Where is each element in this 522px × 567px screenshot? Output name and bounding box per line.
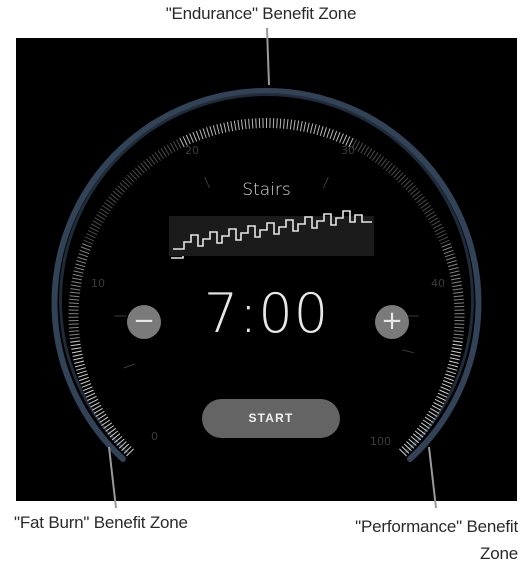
endurance-leader-line <box>267 28 269 85</box>
callout-leader-lines <box>0 0 522 565</box>
fat-burn-leader-line <box>109 447 116 508</box>
performance-leader-line <box>429 447 436 508</box>
fat-burn-zone-callout: "Fat Burn" Benefit Zone <box>14 513 188 533</box>
performance-zone-callout: "Performance" Benefit Zone <box>355 513 518 567</box>
performance-callout-line1: "Performance" Benefit <box>355 513 518 540</box>
performance-callout-line2: Zone <box>355 540 518 567</box>
